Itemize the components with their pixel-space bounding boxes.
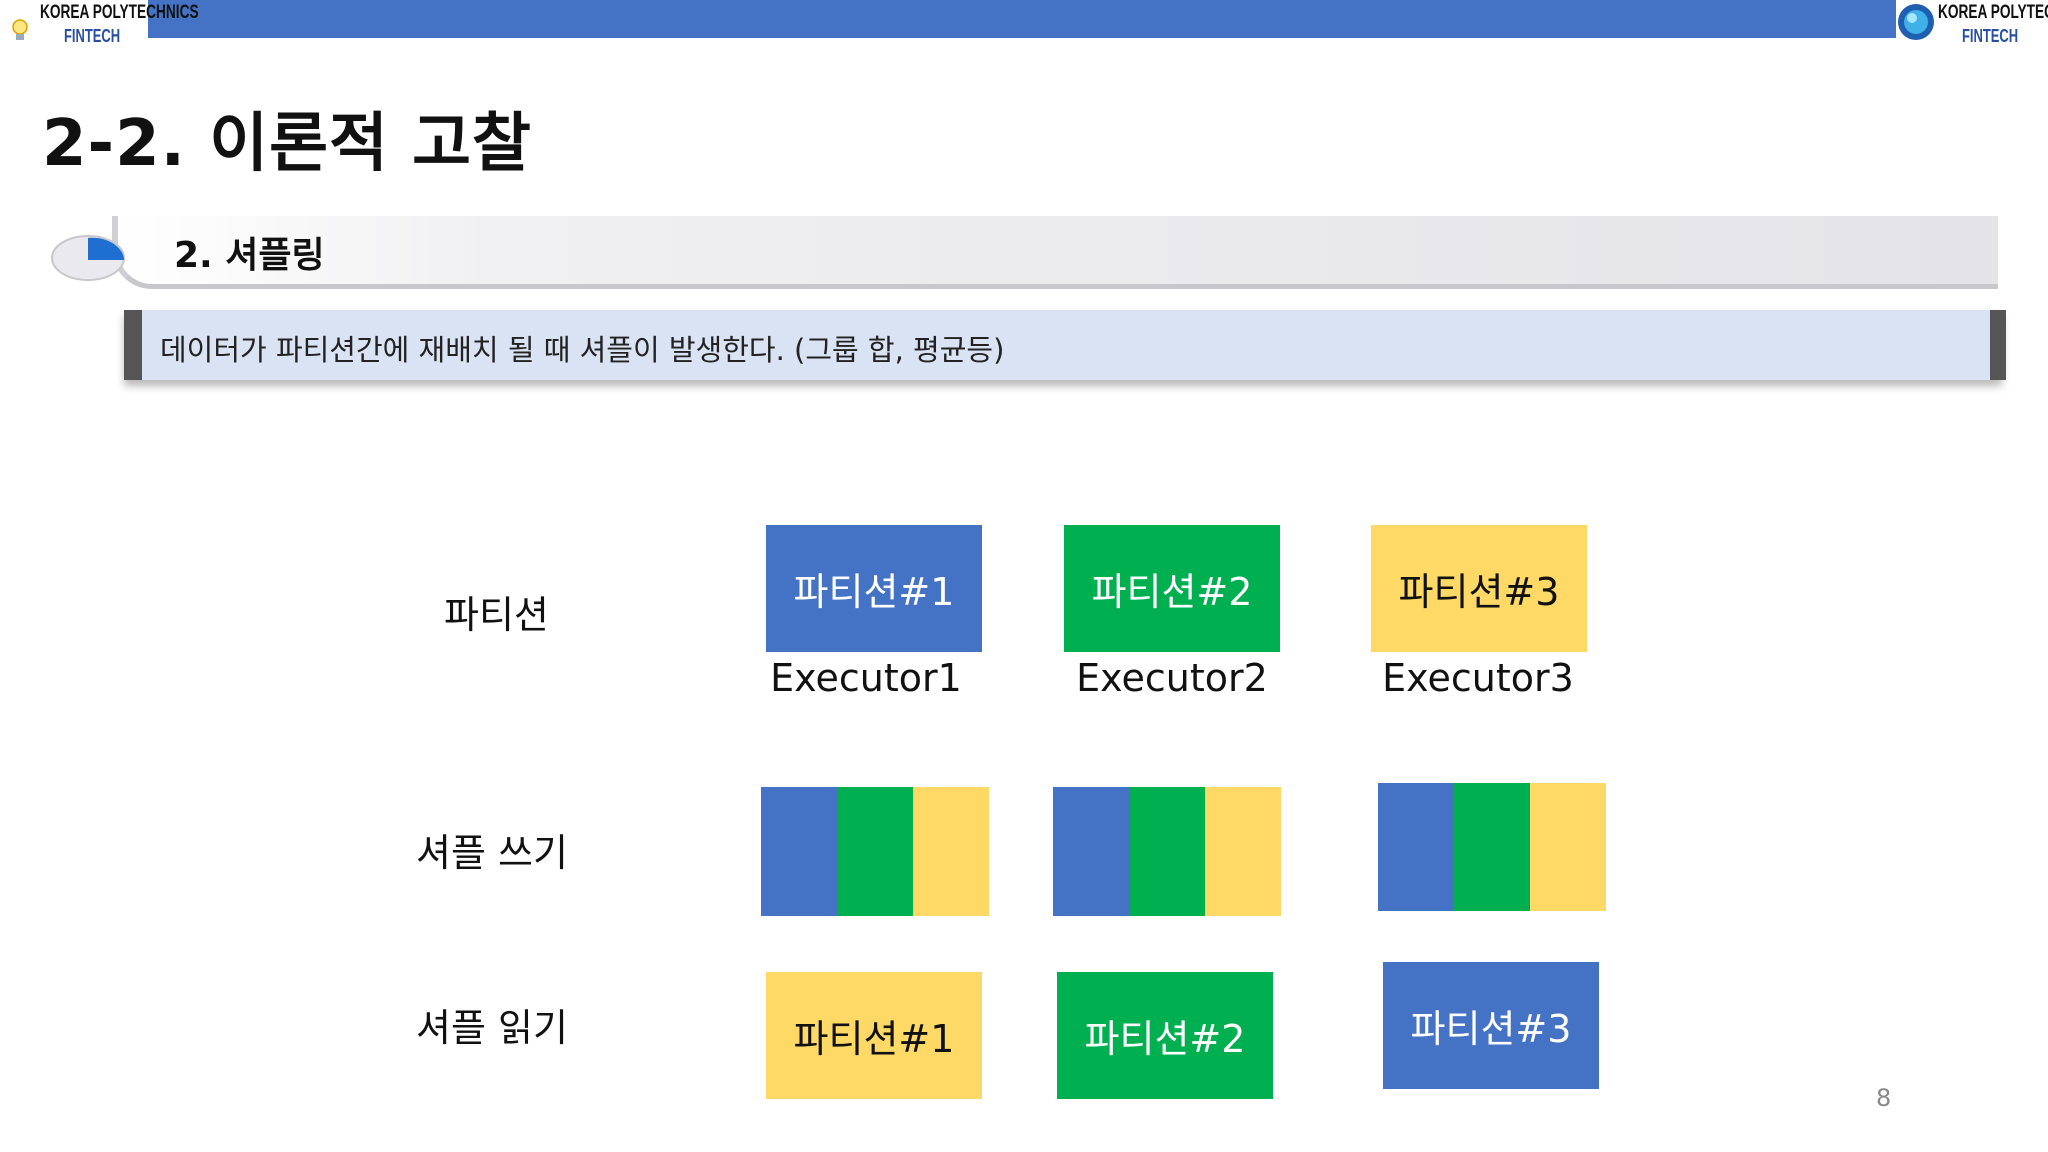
read-partition-box-2: 파티션#2 xyxy=(1057,972,1273,1099)
mouse-icon xyxy=(51,235,125,281)
partition-box-3: 파티션#3 xyxy=(1371,525,1587,652)
page-number: 8 xyxy=(1876,1084,1892,1112)
write-seg-3-green xyxy=(1454,783,1530,911)
row-label-partition: 파티션 xyxy=(444,593,549,637)
write-seg-1-green xyxy=(837,787,913,916)
section-title: 2. 셔플링 xyxy=(174,235,325,276)
write-seg-2-green xyxy=(1129,787,1205,916)
logo-left: KOREA POLYTECHNICS FINTECH xyxy=(4,0,199,52)
partition-box-1: 파티션#1 xyxy=(766,525,982,652)
write-seg-2-yellow xyxy=(1205,787,1281,916)
partition-box-2: 파티션#2 xyxy=(1064,525,1280,652)
executor-label-3: Executor3 xyxy=(1382,656,1574,700)
write-seg-3-blue xyxy=(1378,783,1454,911)
logo-right-line1: KOREA POLYTECHNICS xyxy=(1938,2,2048,23)
callout-right-bar xyxy=(1990,310,2006,380)
write-seg-1-blue xyxy=(761,787,837,916)
logo-left-line2: FINTECH xyxy=(64,26,121,46)
write-seg-1-yellow xyxy=(913,787,989,916)
page-title: 2-2. 이론적 고찰 xyxy=(42,107,532,181)
executor-label-2: Executor2 xyxy=(1076,656,1268,700)
logo-right-line2: FINTECH xyxy=(1962,26,2019,46)
row-label-shuffle-write: 셔플 쓰기 xyxy=(416,831,568,875)
section-banner xyxy=(112,216,1998,289)
header-bar xyxy=(148,0,1896,38)
callout-text: 데이터가 파티션간에 재배치 될 때 셔플이 발생한다. (그룹 합, 평균등) xyxy=(160,333,1005,367)
read-partition-box-3: 파티션#3 xyxy=(1383,962,1599,1089)
logo-left-line1: KOREA POLYTECHNICS xyxy=(40,2,199,23)
write-seg-2-blue xyxy=(1053,787,1129,916)
write-seg-3-yellow xyxy=(1530,783,1606,911)
logo-right: KOREA POLYTECHNICS FINTECH xyxy=(1896,0,2048,52)
row-label-shuffle-read: 셔플 읽기 xyxy=(416,1006,568,1050)
executor-label-1: Executor1 xyxy=(770,656,962,700)
read-partition-box-1: 파티션#1 xyxy=(766,972,982,1099)
lightbulb-icon xyxy=(12,19,28,40)
globe-icon xyxy=(1898,4,1934,40)
callout-left-bar xyxy=(124,310,142,380)
